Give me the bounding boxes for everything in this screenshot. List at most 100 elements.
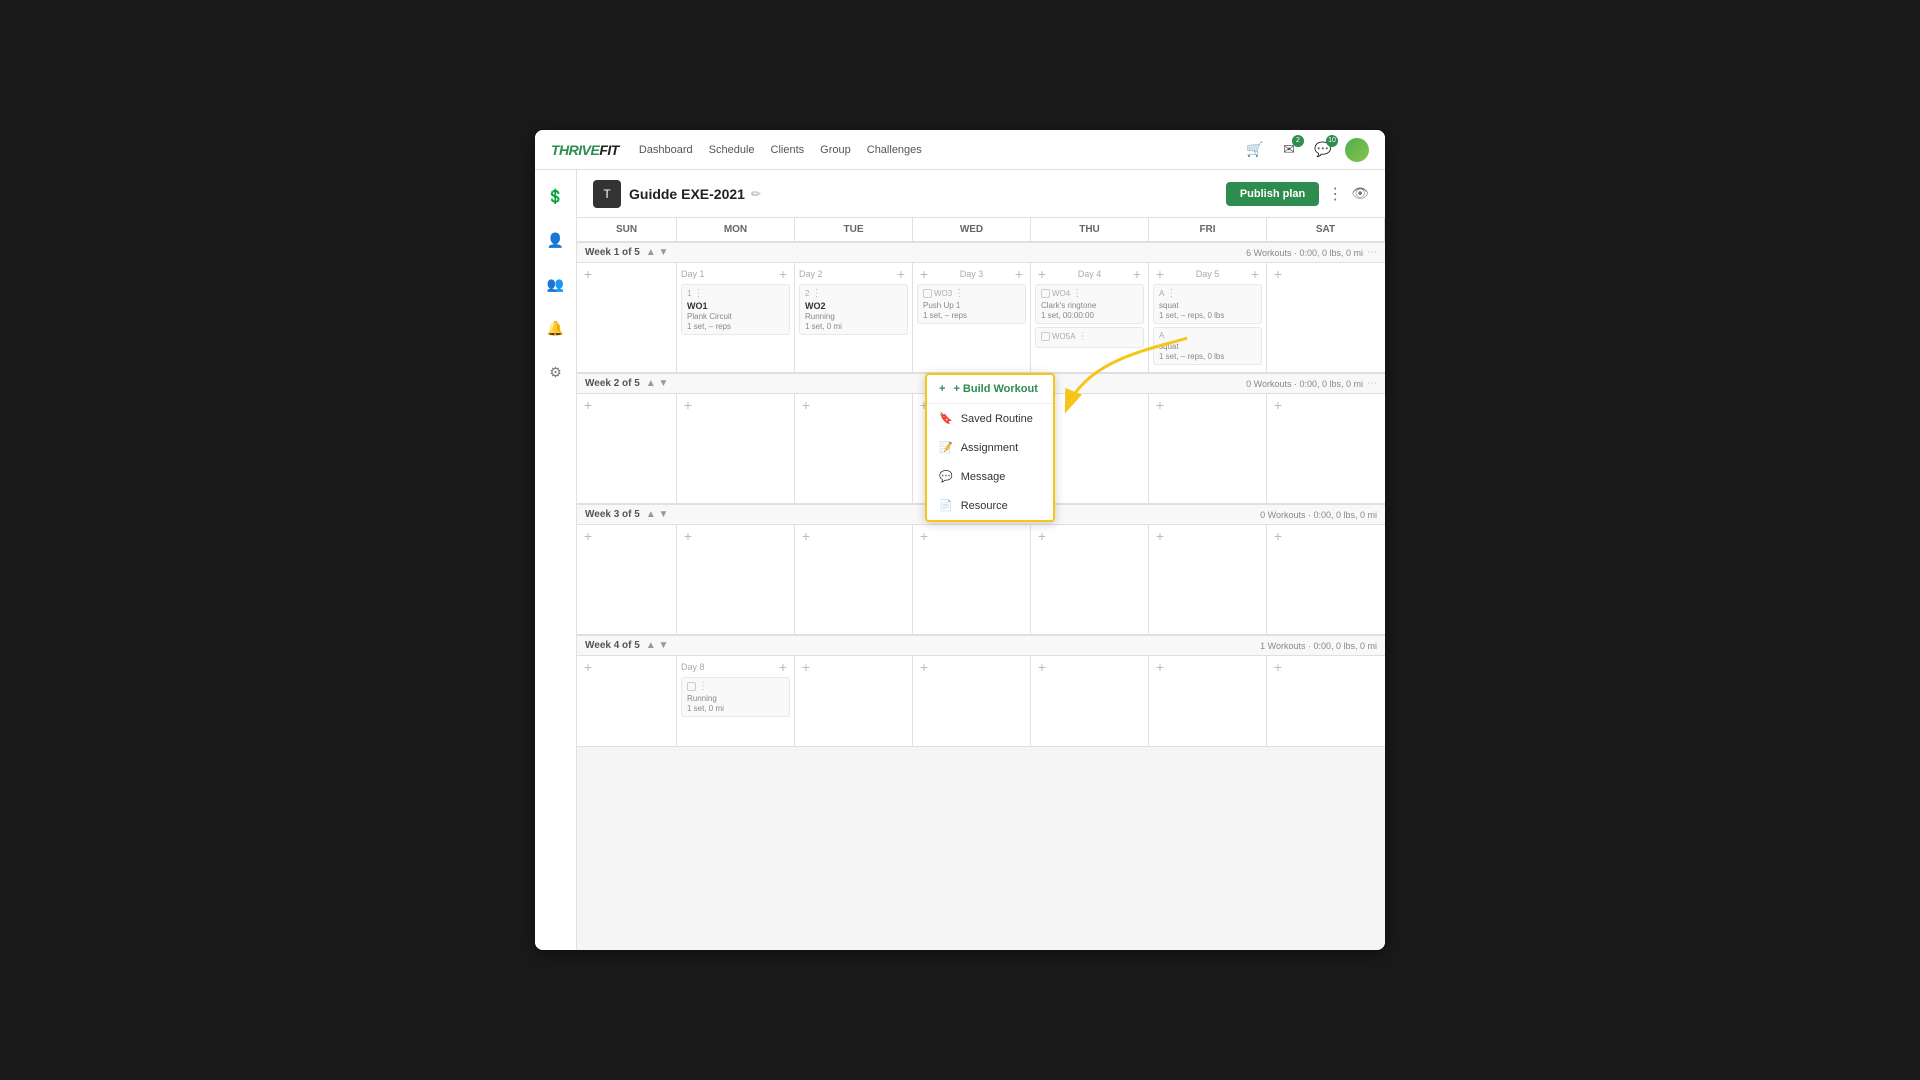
w4-wed-add[interactable]: + — [917, 660, 931, 674]
week-1-sat-add-btn[interactable]: + — [1271, 267, 1285, 281]
week-1-mon-add-btn[interactable]: + — [776, 267, 790, 281]
assignment-item[interactable]: 📝 Assignment — [927, 433, 1053, 462]
w4-sat-add[interactable]: + — [1271, 660, 1285, 674]
bell-icon[interactable]: 🔔 — [542, 314, 570, 342]
wo2-menu[interactable]: ⋮ — [811, 288, 821, 299]
week-1-expand[interactable]: ⋯ — [1367, 247, 1377, 258]
w4-tue: + — [795, 656, 913, 746]
nav-dashboard[interactable]: Dashboard — [639, 144, 693, 156]
w4-fri: + — [1149, 656, 1267, 746]
day-headers: SUN MON TUE WED THU FRI SAT — [577, 218, 1385, 242]
w2-fri: + — [1149, 394, 1267, 503]
calendar-area: SUN MON TUE WED THU FRI SAT Week 1 of 5 … — [577, 218, 1385, 950]
wo5a-menu[interactable]: ⋮ — [1078, 331, 1088, 342]
week-1-fri-add-btn[interactable]: + — [1153, 267, 1167, 281]
week-1-sun-add-btn[interactable]: + — [581, 267, 595, 281]
notif-badge: 10 — [1326, 135, 1338, 147]
week-1-fri-add-btn2[interactable]: + — [1248, 267, 1262, 281]
nav-links: Dashboard Schedule Clients Group Challen… — [639, 144, 922, 156]
w3-sat-add[interactable]: + — [1271, 529, 1285, 543]
week-1-sun-cell: + — [577, 263, 677, 372]
plan-content: T Guidde EXE-2021 ✏ Publish plan ⋮ 👁 SUN… — [577, 170, 1385, 950]
nav-schedule[interactable]: Schedule — [709, 144, 755, 156]
w2-tue-add[interactable]: + — [799, 398, 813, 412]
wo5-detail: squat — [1159, 301, 1256, 310]
w3-wed-add[interactable]: + — [917, 529, 931, 543]
w4-tue-add[interactable]: + — [799, 660, 813, 674]
build-workout-item[interactable]: + + Build Workout — [927, 375, 1053, 403]
week-2-expand[interactable]: ⋯ — [1367, 378, 1377, 389]
w3-thu: + — [1031, 525, 1149, 634]
week-1-tue-add-btn[interactable]: + — [894, 267, 908, 281]
w3-fri-add[interactable]: + — [1153, 529, 1167, 543]
w3-wed: + — [913, 525, 1031, 634]
user-icon[interactable]: 👤 — [542, 226, 570, 254]
nav-group[interactable]: Group — [820, 144, 851, 156]
users-icon[interactable]: 👥 — [542, 270, 570, 298]
w3-sun-add[interactable]: + — [581, 529, 595, 543]
plan-preview-button[interactable]: 👁 — [1351, 185, 1369, 202]
dollar-icon[interactable]: 💲 — [542, 182, 570, 210]
w3-mon-add[interactable]: + — [681, 529, 695, 543]
week-1-fri-daynum: + Day 5 + — [1153, 267, 1262, 281]
wo1-detail: Plank Circuit — [687, 312, 784, 321]
w4-thu-add[interactable]: + — [1035, 660, 1049, 674]
nav-challenges[interactable]: Challenges — [867, 144, 922, 156]
w4-wo-menu[interactable]: ⋮ — [698, 681, 708, 692]
publish-button[interactable]: Publish plan — [1226, 182, 1319, 206]
week-1-tue-daynum: Day 2 + — [799, 267, 908, 281]
week-1-stats: 6 Workouts · 0:00, 0 lbs, 0 mi — [1246, 248, 1363, 258]
top-nav: THRIVEFIT Dashboard Schedule Clients Gro… — [535, 130, 1385, 170]
wo3-menu[interactable]: ⋮ — [954, 288, 964, 299]
wo5-menu[interactable]: ⋮ — [1166, 288, 1176, 299]
week-3-section: Week 3 of 5 ▲ ▼ 0 Workouts · 0:00, 0 lbs… — [577, 504, 1385, 635]
week-1-wed-add-btn2[interactable]: + — [1012, 267, 1026, 281]
week-3-label: Week 3 of 5 — [585, 509, 640, 520]
week-1-label: Week 1 of 5 — [585, 247, 640, 258]
wo4-menu[interactable]: ⋮ — [1072, 288, 1082, 299]
week-1-toggle[interactable]: ▲ ▼ — [646, 247, 669, 258]
message-item[interactable]: 💬 Message — [927, 462, 1053, 491]
w2-sat-add[interactable]: + — [1271, 398, 1285, 412]
message-label: Message — [961, 471, 1006, 483]
week-1-tue-cell: Day 2 + 2 ⋮ WO2 Running 1 set, 0 mi — [795, 263, 913, 372]
wo1-name: WO1 — [687, 301, 784, 311]
saved-routine-label: Saved Routine — [961, 413, 1033, 425]
cart-icon-btn[interactable]: 🛒 — [1243, 138, 1267, 162]
week-1-wed-add-btn[interactable]: + — [917, 267, 931, 281]
w2-mon-add[interactable]: + — [681, 398, 695, 412]
main-content: 💲 👤 👥 🔔 ⚙ T Guidde EXE-2021 ✏ Publish pl… — [535, 170, 1385, 950]
week-4-toggle[interactable]: ▲ ▼ — [646, 640, 669, 651]
week-2-toggle[interactable]: ▲ ▼ — [646, 378, 669, 389]
bookmark-icon: 🔖 — [939, 412, 953, 425]
mail-icon-btn[interactable]: ✉ 2 — [1277, 138, 1301, 162]
plan-edit-icon[interactable]: ✏ — [751, 187, 761, 201]
wo5-card: A ⋮ squat 1 set, – reps, 0 lbs — [1153, 284, 1262, 324]
wo1-menu[interactable]: ⋮ — [693, 288, 703, 299]
week-1-thu-daynum: + Day 4 + — [1035, 267, 1144, 281]
week-4-header: Week 4 of 5 ▲ ▼ 1 Workouts · 0:00, 0 lbs… — [577, 635, 1385, 656]
gear-icon[interactable]: ⚙ — [542, 358, 570, 386]
week-3-toggle[interactable]: ▲ ▼ — [646, 509, 669, 520]
week-1-thu-add-btn2[interactable]: + — [1130, 267, 1144, 281]
w4-fri-add[interactable]: + — [1153, 660, 1167, 674]
w2-sun-add[interactable]: + — [581, 398, 595, 412]
week-3-days: + + + + + + + — [577, 525, 1385, 635]
plan-menu-button[interactable]: ⋮ — [1327, 184, 1343, 204]
add-item-dropdown: + + Build Workout 🔖 Saved Routine 📝 Assi… — [925, 373, 1055, 522]
nav-clients[interactable]: Clients — [771, 144, 805, 156]
week-1-thu-add-btn[interactable]: + — [1035, 267, 1049, 281]
plus-icon: + — [939, 383, 945, 395]
w3-thu-add[interactable]: + — [1035, 529, 1049, 543]
week-1-sun-add: + — [581, 267, 672, 281]
chat-icon-btn[interactable]: 💬 10 — [1311, 138, 1335, 162]
resource-item[interactable]: 📄 Resource — [927, 491, 1053, 520]
message-icon: 💬 — [939, 470, 953, 483]
user-avatar[interactable] — [1345, 138, 1369, 162]
w2-fri-add[interactable]: + — [1153, 398, 1167, 412]
w4-mon-add[interactable]: + — [776, 660, 790, 674]
w3-tue-add[interactable]: + — [799, 529, 813, 543]
w4-sun-add[interactable]: + — [581, 660, 595, 674]
week-1-mon-cell: Day 1 + 1 ⋮ WO1 Plank Circuit 1 set, — [677, 263, 795, 372]
saved-routine-item[interactable]: 🔖 Saved Routine — [927, 404, 1053, 433]
